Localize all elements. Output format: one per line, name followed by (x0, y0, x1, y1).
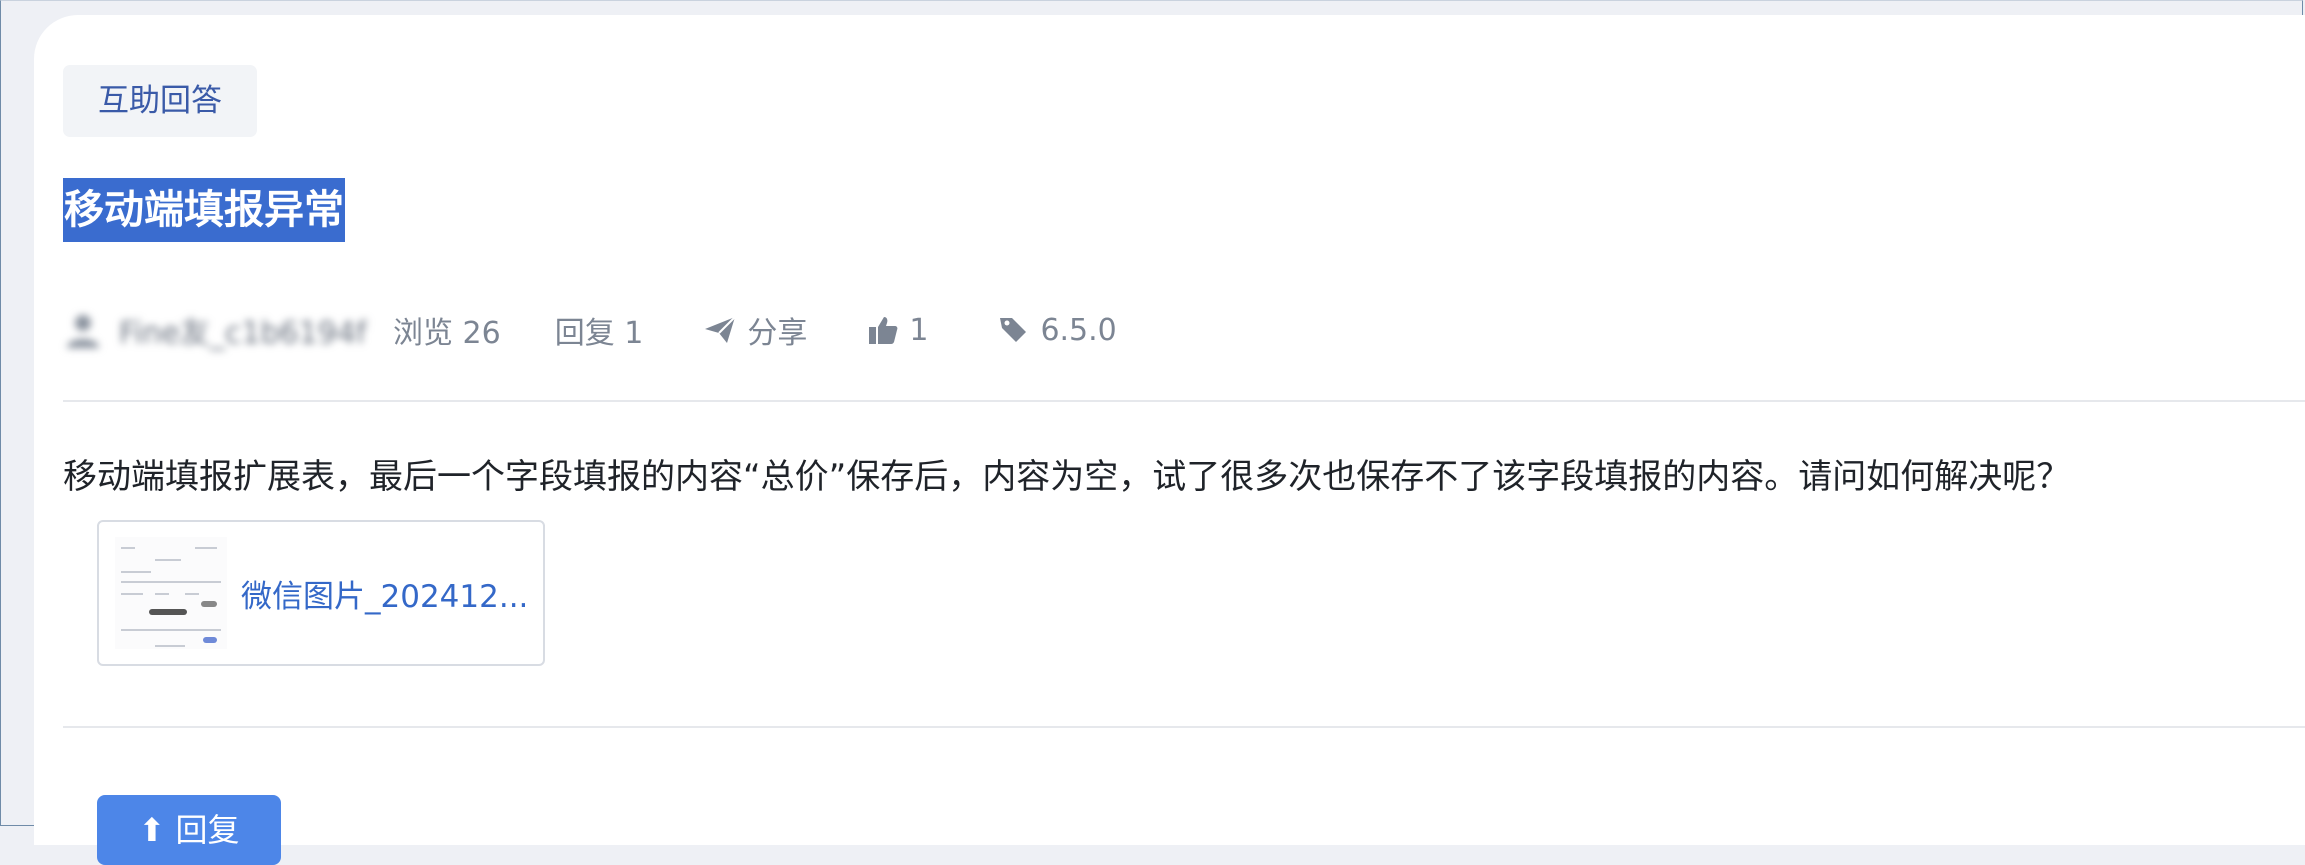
category-tag[interactable]: 互助回答 (63, 65, 257, 137)
post-meta: Fine友_c1b6194f 浏览 26 回复 1 分享 1 6.5.0 (63, 300, 1117, 360)
tag-icon (998, 315, 1030, 345)
user-icon (67, 315, 99, 348)
like-button[interactable]: 1 (867, 313, 928, 348)
thumbs-up-icon (867, 314, 899, 346)
like-count: 1 (909, 312, 929, 348)
divider (63, 726, 2305, 728)
attachment-thumbnail (115, 537, 227, 649)
reply-count: 回复 1 (555, 308, 644, 352)
view-count: 浏览 26 (393, 308, 501, 352)
attachment-name: 微信图片_202412... (241, 578, 529, 615)
send-icon (703, 315, 737, 345)
view-count-label: 浏览 26 (393, 316, 501, 351)
reply-count-label: 回复 1 (554, 316, 644, 351)
post-card (34, 15, 2305, 845)
post-title: 移动端填报异常 (63, 178, 345, 242)
version-label: 6.5.0 (1040, 312, 1117, 348)
author[interactable]: Fine友_c1b6194f (63, 308, 393, 352)
post-body: 移动端填报扩展表，最后一个字段填报的内容“总价”保存后，内容为空，试了很多次也保… (63, 457, 2071, 497)
reply-button[interactable]: ⬆ 回复 (97, 795, 281, 865)
share-button[interactable]: 分享 (703, 308, 807, 352)
reply-label: 回复 (175, 811, 240, 849)
divider (63, 400, 2305, 402)
image-attachment[interactable]: 微信图片_202412... (97, 520, 545, 666)
reply-arrow-icon: ⬆ (138, 811, 176, 849)
share-label: 分享 (747, 316, 808, 351)
version-tag[interactable]: 6.5.0 (998, 312, 1117, 348)
author-name: Fine友_c1b6194f (119, 316, 367, 351)
